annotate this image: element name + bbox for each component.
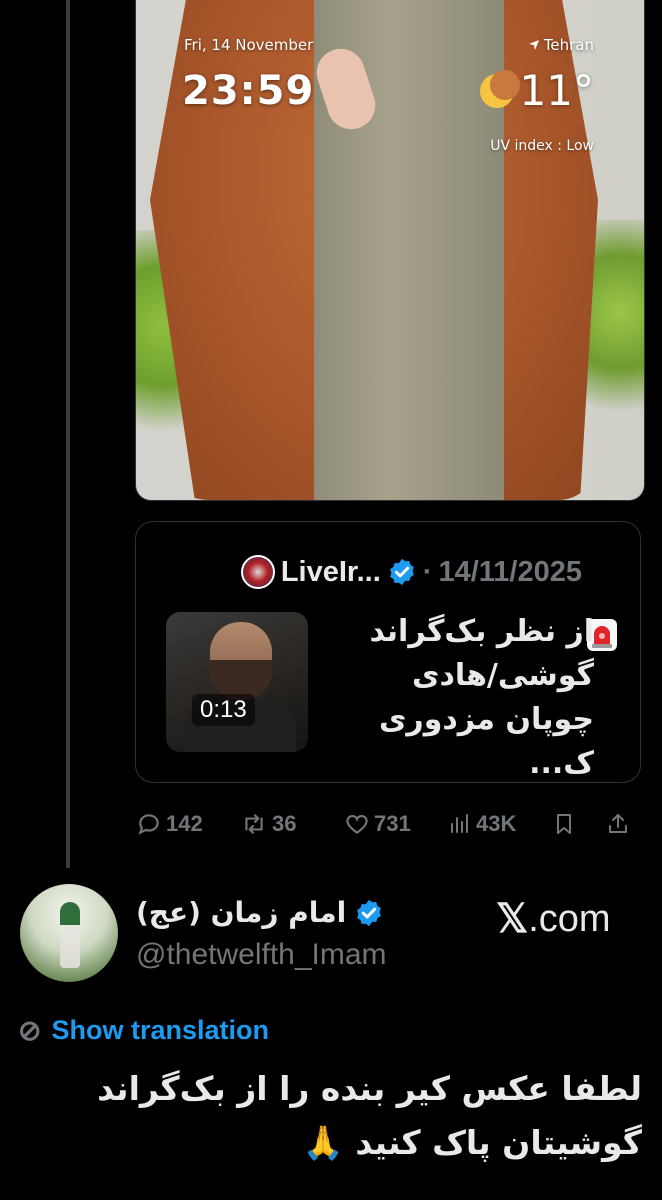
quoted-tweet-text: از نظر بک‌گراند گوشی/هادی چوپان مزدوری ک… bbox=[369, 614, 594, 781]
reply-icon bbox=[138, 814, 159, 835]
weather-location-label: Tehran bbox=[543, 36, 594, 54]
repost-icon bbox=[245, 814, 263, 834]
views-icon bbox=[451, 814, 468, 833]
quoted-author-avatar[interactable] bbox=[240, 555, 275, 589]
thread-connector-line bbox=[66, 0, 70, 868]
weather-temperature: 11° bbox=[479, 66, 594, 115]
reply-button[interactable]: 142 bbox=[136, 811, 240, 837]
quoted-separator: · bbox=[422, 555, 433, 588]
lockscreen-time: 23:59 bbox=[182, 68, 315, 114]
reply-tweet-text: لطفا عکس کیر بنده را از بک‌گراند گوشیتان… bbox=[97, 1069, 642, 1162]
share-icon bbox=[609, 814, 627, 833]
bookmark-icon bbox=[557, 814, 571, 834]
uv-index: UV index : Low bbox=[490, 138, 594, 154]
bookmark-button[interactable] bbox=[552, 811, 606, 837]
verified-icon bbox=[357, 899, 382, 926]
quoted-author-name[interactable]: LiveIr... bbox=[281, 556, 381, 589]
tweet-media-image[interactable]: Fri, 14 November 23:59 Tehran 11° UV ind… bbox=[135, 0, 645, 501]
views-count: 43K bbox=[476, 811, 517, 836]
quoted-tweet-header: LiveIr... · 14/11/2025 bbox=[150, 552, 582, 592]
temperature-value: 11° bbox=[519, 66, 594, 115]
show-translation-link[interactable]: ⊘ Show translation bbox=[18, 1014, 269, 1047]
weather-location: Tehran bbox=[528, 36, 594, 54]
reply-count: 142 bbox=[166, 811, 203, 836]
location-icon bbox=[528, 40, 539, 50]
quoted-tweet[interactable]: LiveIr... · 14/11/2025 0:13 از نظر بک‌گر… bbox=[135, 521, 641, 783]
quoted-date[interactable]: 14/11/2025 bbox=[438, 556, 582, 589]
show-translation-label: Show translation bbox=[51, 1015, 269, 1045]
tweet-action-bar: 142 36 731 43K bbox=[136, 806, 642, 842]
avatar-figure bbox=[60, 902, 80, 968]
lockscreen-date: Fri, 14 November bbox=[184, 36, 314, 54]
repost-count: 36 bbox=[272, 811, 297, 836]
reply-author-name[interactable]: امام زمان (عج) bbox=[136, 896, 346, 929]
quoted-video-thumbnail[interactable]: 0:13 bbox=[166, 612, 308, 752]
translate-icon: ⊘ bbox=[18, 1015, 42, 1046]
share-button[interactable] bbox=[606, 811, 636, 837]
verified-icon bbox=[389, 558, 414, 586]
x-logo-icon: 𝕏 bbox=[496, 897, 529, 941]
repost-button[interactable]: 36 bbox=[240, 811, 344, 837]
reply-author-name-row[interactable]: امام زمان (عج) bbox=[136, 896, 384, 929]
x-watermark: 𝕏 .com bbox=[496, 896, 611, 942]
like-button[interactable]: 731 bbox=[344, 811, 448, 837]
video-duration: 0:13 bbox=[192, 694, 255, 726]
moon-icon bbox=[479, 69, 520, 108]
reply-author-avatar[interactable] bbox=[20, 884, 118, 982]
x-watermark-domain: .com bbox=[528, 897, 611, 940]
like-count: 731 bbox=[374, 811, 411, 836]
views-button[interactable]: 43K bbox=[448, 811, 552, 837]
reply-author-handle[interactable]: @thetwelfth_Imam bbox=[136, 938, 387, 972]
like-icon bbox=[346, 815, 368, 834]
